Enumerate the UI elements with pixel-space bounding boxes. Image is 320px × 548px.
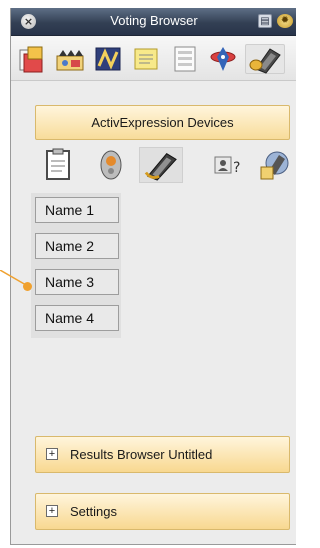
clipboard-icon[interactable] (41, 147, 77, 183)
results-browser-section[interactable]: + Results Browser Untitled (35, 436, 290, 473)
action-browser-icon[interactable] (207, 44, 239, 74)
activexpression-device-icon[interactable] (139, 147, 183, 183)
expand-icon[interactable]: + (46, 448, 58, 460)
resource-browser-icon[interactable] (17, 44, 49, 74)
media-browser-icon[interactable] (55, 44, 87, 74)
list-item[interactable]: Name 1 (35, 197, 119, 223)
pin-icon[interactable]: ▤ (258, 14, 272, 28)
pointer-dot (23, 282, 32, 291)
unknown-user-icon[interactable]: ? (211, 147, 247, 183)
window-title: Voting Browser (110, 13, 198, 28)
notes-browser-icon[interactable] (131, 44, 163, 74)
svg-text:?: ? (233, 160, 240, 176)
settings-gear-icon[interactable]: ✹ (277, 14, 293, 28)
list-item[interactable]: Name 4 (35, 305, 119, 331)
names-list: Name 1 Name 2 Name 3 Name 4 (31, 193, 121, 338)
panel-header-activexpression-devices[interactable]: ActivExpression Devices (35, 105, 290, 140)
voting-browser-window: × Voting Browser ▤ ✹ ActivExpression Dev… (10, 8, 296, 545)
results-browser-label: Results Browser Untitled (70, 447, 213, 462)
expand-icon[interactable]: + (46, 505, 58, 517)
settings-label: Settings (70, 504, 117, 519)
list-item[interactable]: Name 2 (35, 233, 119, 259)
list-item[interactable]: Name 3 (35, 269, 119, 295)
device-toolbar: ? (35, 144, 296, 188)
property-browser-icon[interactable] (169, 44, 201, 74)
voting-browser-icon[interactable] (245, 44, 285, 74)
browser-toolbar (11, 36, 296, 81)
device-registration-icon[interactable] (257, 147, 293, 183)
activote-device-icon[interactable] (93, 147, 129, 183)
title-bar[interactable]: × Voting Browser ▤ ✹ (11, 8, 296, 36)
settings-section[interactable]: + Settings (35, 493, 290, 530)
page-browser-icon[interactable] (93, 44, 125, 74)
